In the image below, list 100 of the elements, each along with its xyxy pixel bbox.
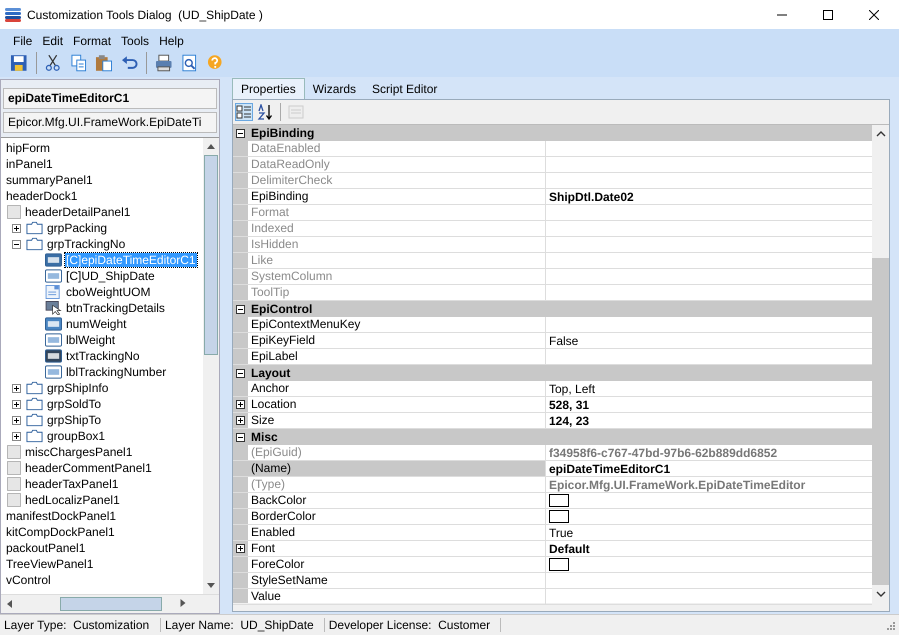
paste-icon[interactable] — [95, 54, 113, 72]
color-swatch[interactable] — [549, 558, 569, 571]
sort-button[interactable] — [256, 103, 274, 121]
property-name[interactable]: StyleSetName — [248, 573, 546, 588]
property-value[interactable]: False — [549, 334, 578, 348]
tree-item[interactable]: groupBox1 — [46, 429, 106, 443]
scroll-up-icon[interactable] — [876, 131, 886, 137]
property-value[interactable]: Top, Left — [549, 382, 596, 396]
scroll-down-icon[interactable] — [876, 591, 886, 597]
menu-item[interactable]: Edit — [37, 34, 68, 48]
maximize-icon[interactable] — [823, 10, 833, 20]
expander-icon[interactable] — [12, 432, 21, 440]
scrollbar-thumb[interactable] — [872, 258, 889, 585]
tree-item[interactable]: grpShipInfo — [46, 381, 110, 395]
expand-icon[interactable] — [236, 400, 245, 409]
expander-icon[interactable] — [12, 400, 21, 408]
tab[interactable]: Script Editor — [364, 79, 446, 99]
tab[interactable]: Wizards — [304, 79, 364, 99]
tree-item[interactable]: lblTrackingNumber — [65, 365, 168, 379]
tree-item[interactable]: miscChargesPanel1 — [24, 445, 134, 459]
expander-icon[interactable] — [12, 384, 21, 392]
tree-item[interactable]: headerCommentPanel1 — [24, 461, 153, 475]
property-value[interactable]: ShipDtl.Date02 — [549, 190, 634, 204]
property-value[interactable]: Default — [549, 542, 590, 556]
scrollbar-thumb[interactable] — [204, 155, 218, 355]
tree-item[interactable]: grpSoldTo — [46, 397, 102, 411]
property-name[interactable]: Value — [248, 589, 546, 604]
property-value[interactable]: True — [549, 526, 574, 540]
property-name[interactable]: EpiKeyField — [248, 333, 546, 348]
expander-icon[interactable] — [12, 240, 21, 248]
tree-item[interactable]: packoutPanel1 — [5, 541, 86, 555]
collapse-icon[interactable] — [236, 128, 245, 138]
tree-item[interactable]: grpPacking — [46, 221, 108, 235]
tree-item[interactable]: txtTrackingNo — [65, 349, 141, 363]
property-value[interactable]: 124, 23 — [549, 414, 590, 428]
scroll-left-icon[interactable] — [7, 600, 12, 608]
tree-item[interactable]: hedLocalizPanel1 — [24, 493, 121, 507]
category-row[interactable]: Layout — [233, 365, 872, 381]
expander-icon[interactable] — [12, 416, 21, 424]
tree-item[interactable]: manifestDockPanel1 — [5, 509, 118, 523]
menu-item[interactable]: Tools — [116, 34, 154, 48]
expander-icon[interactable] — [12, 224, 21, 232]
menu-item[interactable]: Help — [154, 34, 189, 48]
tree-item[interactable]: hipForm — [5, 141, 52, 155]
resize-grip-icon[interactable] — [885, 620, 895, 630]
undo-icon[interactable] — [120, 54, 138, 72]
expand-icon[interactable] — [236, 416, 245, 425]
scroll-up-icon[interactable] — [207, 144, 215, 149]
close-icon[interactable] — [869, 10, 879, 20]
tree-item[interactable]: lblWeight — [65, 333, 116, 347]
category-row[interactable]: EpiControl — [233, 301, 872, 317]
scroll-down-icon[interactable] — [207, 583, 215, 588]
category-title: EpiControl — [251, 302, 312, 316]
menu-item[interactable]: Format — [68, 34, 116, 48]
save-icon[interactable] — [10, 54, 28, 72]
property-name[interactable]: ForeColor — [248, 557, 546, 572]
color-swatch[interactable] — [549, 510, 569, 523]
scissors-icon[interactable] — [44, 54, 62, 72]
property-name[interactable]: EpiContextMenuKey — [248, 317, 546, 332]
property-name[interactable]: Font — [248, 541, 546, 556]
tree-item[interactable]: inPanel1 — [5, 157, 54, 171]
tab[interactable]: Properties — [232, 78, 305, 99]
category-row[interactable]: EpiBinding — [233, 125, 872, 141]
collapse-icon[interactable] — [236, 432, 245, 442]
tree-item[interactable]: vControl — [5, 573, 52, 587]
property-name[interactable]: Size — [248, 413, 546, 428]
tree-item[interactable]: headerTaxPanel1 — [24, 477, 120, 491]
tree-item[interactable]: cboWeightUOM — [65, 285, 152, 299]
scrollbar-thumb[interactable] — [60, 597, 162, 611]
property-value[interactable]: 528, 31 — [549, 398, 590, 412]
property-name[interactable]: EpiBinding — [248, 189, 546, 204]
property-name[interactable]: EpiLabel — [248, 349, 546, 364]
category-row[interactable]: Misc — [233, 429, 872, 445]
property-name[interactable]: BorderColor — [248, 509, 546, 524]
color-swatch[interactable] — [549, 494, 569, 507]
tree-item[interactable]: kitCompDockPanel1 — [5, 525, 116, 539]
property-name[interactable]: (Name) — [248, 461, 546, 476]
tree-item[interactable]: grpShipTo — [46, 413, 102, 427]
print-preview-icon[interactable] — [180, 54, 198, 72]
categorized-button[interactable] — [235, 103, 253, 121]
copy-icon[interactable] — [70, 54, 88, 72]
menu-item[interactable]: File — [8, 34, 38, 48]
tree-item[interactable]: summaryPanel1 — [5, 173, 94, 187]
property-name[interactable]: Anchor — [248, 381, 546, 396]
date-field-icon — [45, 253, 62, 267]
tree-item[interactable]: headerDetailPanel1 — [24, 205, 132, 219]
tree-item[interactable]: headerDock1 — [5, 189, 78, 203]
property-value[interactable]: epiDateTimeEditorC1 — [549, 462, 670, 476]
tree-item[interactable]: TreeViewPanel1 — [5, 557, 94, 571]
tree-item[interactable]: numWeight — [65, 317, 128, 331]
collapse-icon[interactable] — [236, 368, 245, 378]
collapse-icon[interactable] — [236, 304, 245, 314]
property-name[interactable]: BackColor — [248, 493, 546, 508]
property-name[interactable]: Enabled — [248, 525, 546, 540]
printer-icon[interactable] — [155, 54, 173, 72]
tree-item[interactable]: grpTrackingNo — [46, 237, 126, 251]
tree-item[interactable]: btnTrackingDetails — [65, 301, 166, 315]
property-name[interactable]: Location — [248, 397, 546, 412]
expand-icon[interactable] — [236, 544, 245, 553]
tree-item[interactable]: [C]UD_ShipDate — [65, 269, 156, 283]
